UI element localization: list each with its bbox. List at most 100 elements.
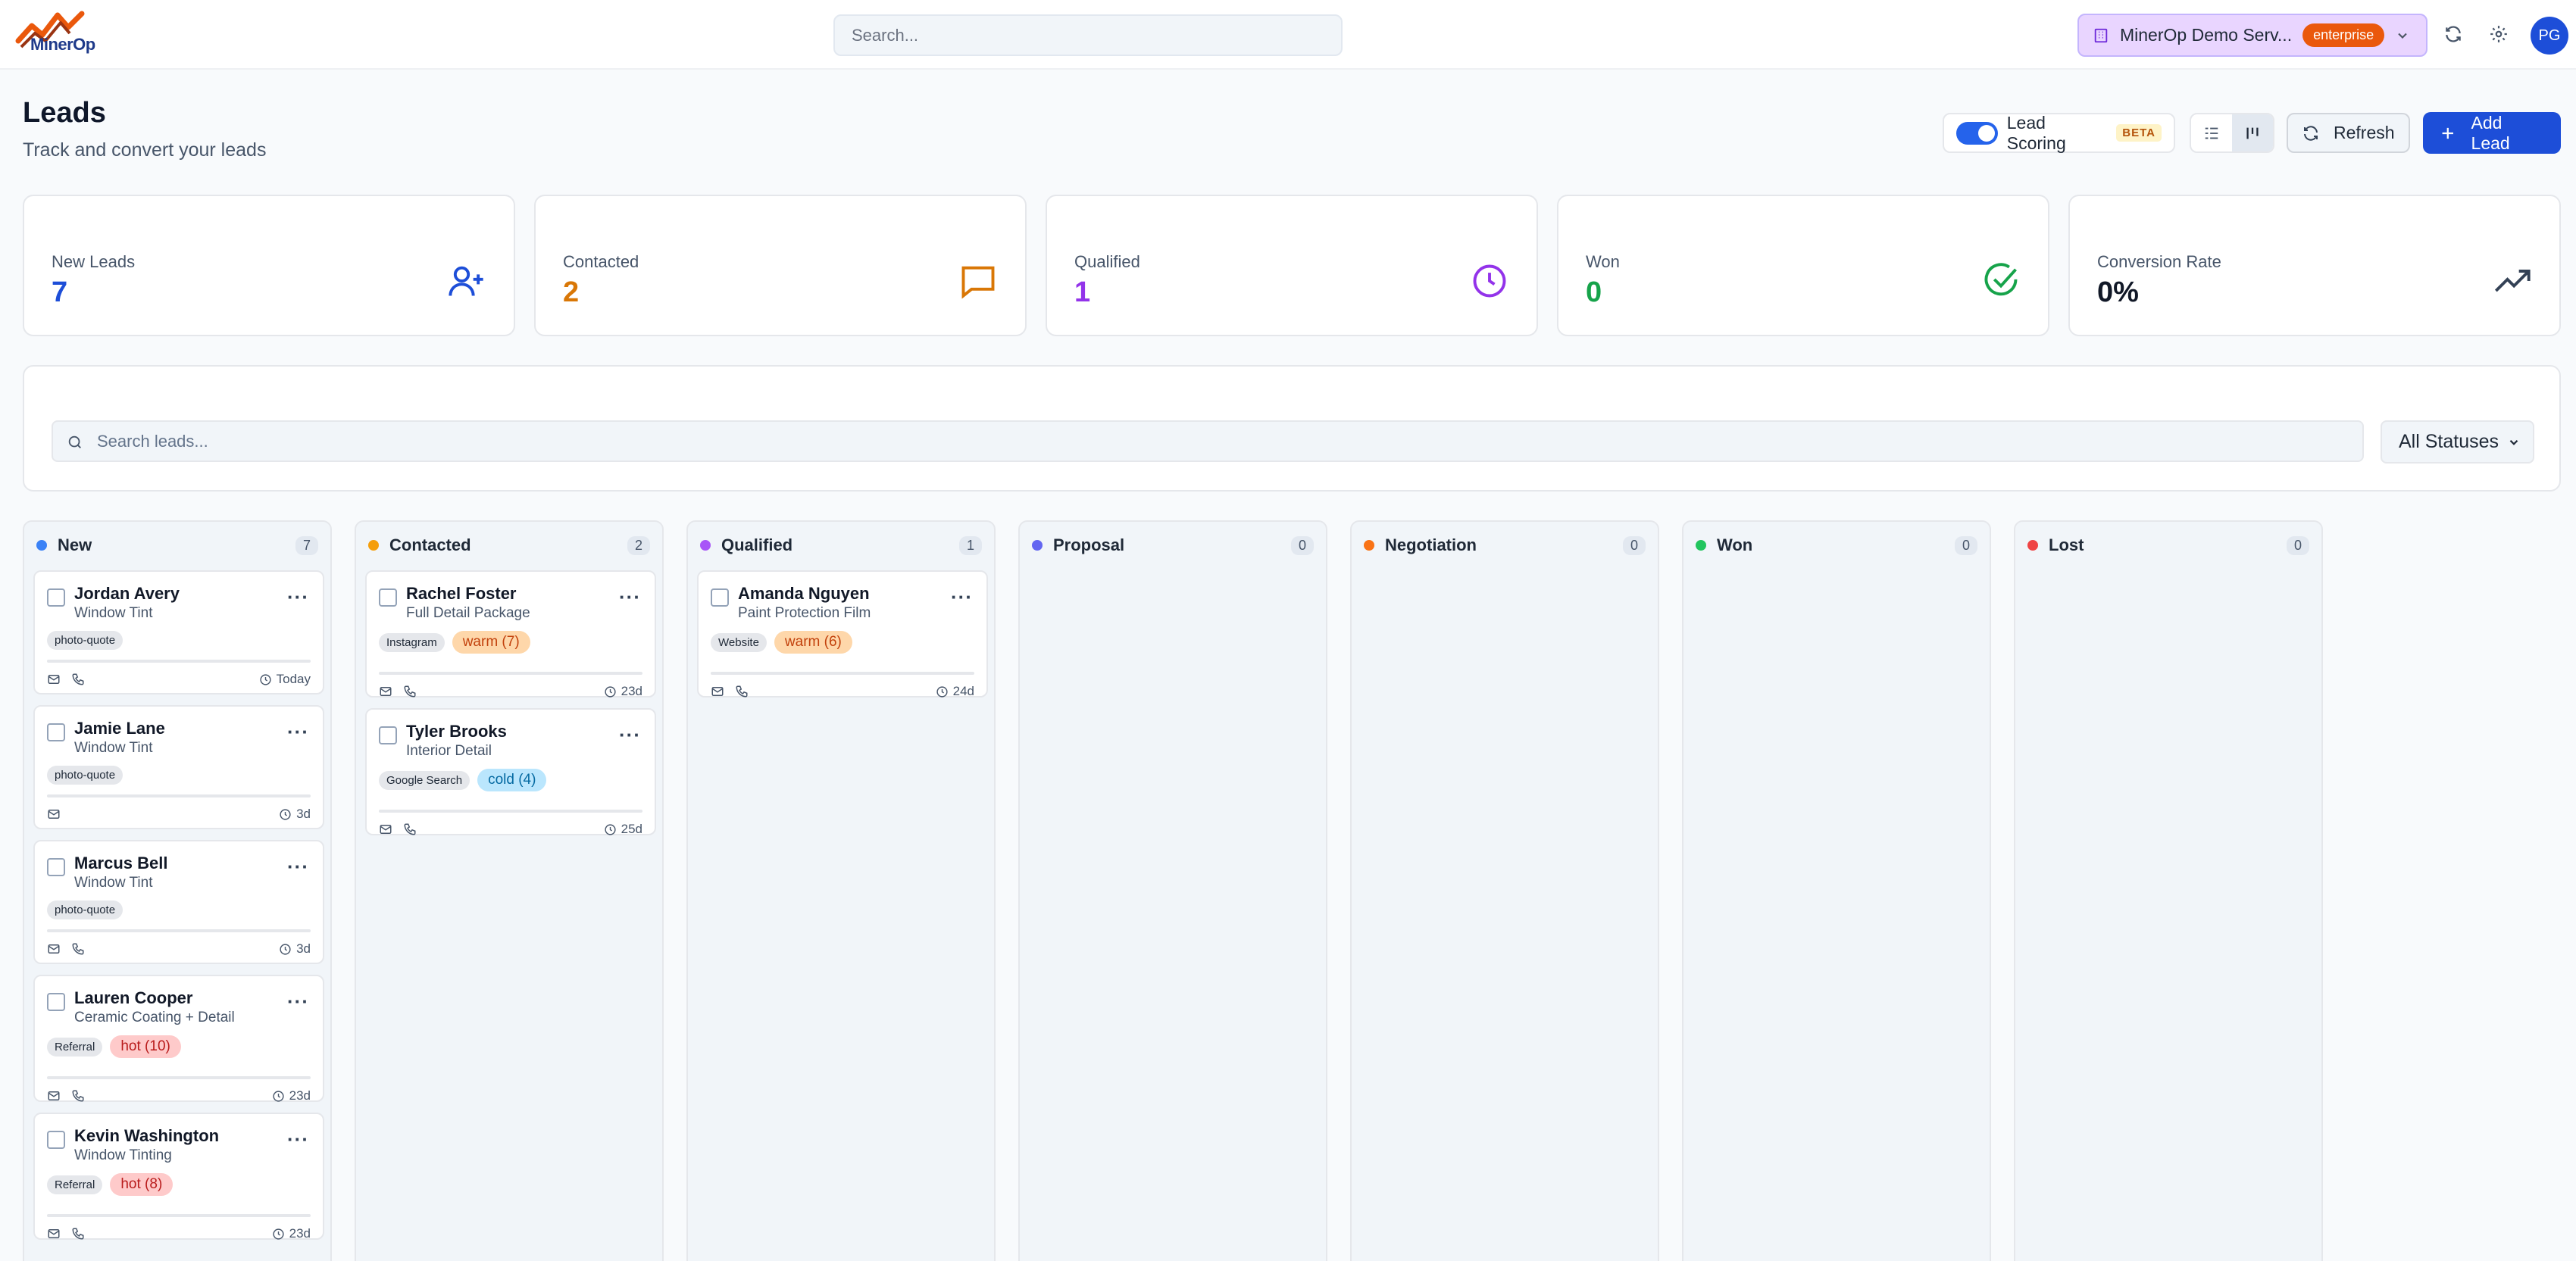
lead-select-checkbox[interactable] xyxy=(47,588,65,607)
lead-card-footer: 25d xyxy=(379,820,642,838)
more-options-button[interactable]: ··· xyxy=(287,720,309,744)
source-tag: photo-quote xyxy=(47,900,123,919)
lead-card[interactable]: Amanda Nguyen Paint Protection Film ··· Web… xyxy=(697,570,988,698)
lead-age: Today xyxy=(259,672,311,687)
lead-age: 23d xyxy=(272,1226,311,1241)
lead-age-label: 23d xyxy=(289,1088,311,1103)
phone-icon[interactable] xyxy=(403,822,417,836)
lead-card[interactable]: Rachel Foster Full Detail Package ··· Insta… xyxy=(365,570,656,698)
more-options-button[interactable]: ··· xyxy=(619,585,641,609)
kanban-view-button[interactable] xyxy=(2232,114,2273,151)
clock-icon xyxy=(273,1090,284,1102)
source-tag: Referral xyxy=(47,1175,103,1194)
lead-service: Paint Protection Film xyxy=(738,605,871,621)
column-count: 1 xyxy=(958,535,982,555)
lead-search-input[interactable] xyxy=(97,422,2355,460)
lead-progress-bar xyxy=(47,1076,311,1079)
more-options-button[interactable]: ··· xyxy=(287,855,309,879)
settings-button[interactable] xyxy=(2485,20,2512,48)
lead-age: 3d xyxy=(279,807,311,822)
lead-tags: Referral hot (8) xyxy=(47,1173,174,1196)
email-icon[interactable] xyxy=(711,685,724,698)
email-icon[interactable] xyxy=(379,685,392,698)
email-icon[interactable] xyxy=(47,673,61,686)
status-dot xyxy=(700,540,711,551)
phone-icon[interactable] xyxy=(71,942,85,956)
stat-value: 7 xyxy=(52,276,68,308)
email-icon[interactable] xyxy=(379,822,392,836)
lead-select-checkbox[interactable] xyxy=(379,726,397,744)
more-options-button[interactable]: ··· xyxy=(951,585,973,609)
lead-card[interactable]: Tyler Brooks Interior Detail ··· Google Sea… xyxy=(365,708,656,838)
sync-button[interactable] xyxy=(2440,20,2467,48)
lead-name: Marcus Bell xyxy=(74,854,168,872)
lead-age-label: 25d xyxy=(621,822,642,836)
view-mode-toggle xyxy=(2190,113,2274,153)
lead-select-checkbox[interactable] xyxy=(711,588,729,607)
phone-icon[interactable] xyxy=(71,1089,85,1103)
lead-name: Amanda Nguyen xyxy=(738,584,870,603)
column-count: 7 xyxy=(295,535,318,555)
column-title: Won xyxy=(1717,535,1753,554)
lead-card[interactable]: Jordan Avery Window Tint ··· photo-quote Tod… xyxy=(33,570,324,694)
email-icon[interactable] xyxy=(47,942,61,956)
kanban-column-won: Won 0 xyxy=(1682,520,1991,1261)
more-options-button[interactable]: ··· xyxy=(287,1128,309,1151)
column-header: Won 0 xyxy=(1696,532,1977,558)
contact-icons xyxy=(47,1227,272,1241)
stat-value: 2 xyxy=(563,276,580,308)
more-options-button[interactable]: ··· xyxy=(619,723,641,747)
global-search-input[interactable] xyxy=(833,14,1343,56)
column-header: Contacted 2 xyxy=(368,532,650,558)
lead-card-footer: 23d xyxy=(47,1087,311,1105)
lead-tags: Referral hot (10) xyxy=(47,1035,181,1058)
clock-icon xyxy=(605,685,616,698)
column-header: Negotiation 0 xyxy=(1364,532,1646,558)
more-options-button[interactable]: ··· xyxy=(287,585,309,609)
check-circle-icon xyxy=(1984,263,2018,296)
more-options-button[interactable]: ··· xyxy=(287,990,309,1013)
email-icon[interactable] xyxy=(47,1227,61,1241)
beta-badge: BETA xyxy=(2116,124,2162,142)
email-icon[interactable] xyxy=(47,1089,61,1103)
lead-age-label: 3d xyxy=(296,941,311,956)
lead-select-checkbox[interactable] xyxy=(379,588,397,607)
stat-card-won: Won 0 xyxy=(1557,195,2049,336)
lead-score-badge: warm (7) xyxy=(452,631,530,654)
lead-card[interactable]: Marcus Bell Window Tint ··· photo-quote 3d xyxy=(33,840,324,964)
phone-icon[interactable] xyxy=(735,685,749,698)
lead-service: Window Tint xyxy=(74,605,153,621)
lead-tags: Website warm (6) xyxy=(711,631,852,654)
lead-card[interactable]: Lauren Cooper Ceramic Coating + Detail ···… xyxy=(33,975,324,1105)
status-filter-select[interactable]: All Statuses xyxy=(2381,420,2534,464)
phone-icon[interactable] xyxy=(403,685,417,698)
lead-scoring-toggle[interactable] xyxy=(1956,121,1998,145)
organization-switcher[interactable]: MinerOp Demo Serv... enterprise xyxy=(2077,14,2428,57)
lead-select-checkbox[interactable] xyxy=(47,993,65,1011)
stat-label: Conversion Rate xyxy=(2097,252,2221,271)
stat-card-conversion-rate: Conversion Rate 0% xyxy=(2068,195,2561,336)
list-view-button[interactable] xyxy=(2191,114,2232,151)
lead-select-checkbox[interactable] xyxy=(47,858,65,876)
lead-card[interactable]: Jamie Lane Window Tint ··· photo-quote 3d xyxy=(33,705,324,829)
lead-scoring-label: Lead Scoring xyxy=(2006,112,2066,153)
lead-age-label: Today xyxy=(276,672,311,686)
lead-card[interactable]: Kevin Washington Window Tinting ··· Referra… xyxy=(33,1113,324,1241)
kanban-column-negotiation: Negotiation 0 xyxy=(1350,520,1659,1261)
lead-select-checkbox[interactable] xyxy=(47,723,65,741)
user-avatar[interactable]: PG xyxy=(2531,17,2568,55)
phone-icon[interactable] xyxy=(71,673,85,686)
lead-select-checkbox[interactable] xyxy=(47,1131,65,1149)
refresh-button[interactable]: Refresh xyxy=(2287,113,2410,153)
lead-service: Window Tint xyxy=(74,875,153,891)
column-header: Qualified 1 xyxy=(700,532,982,558)
lead-progress-bar xyxy=(711,672,974,675)
phone-icon[interactable] xyxy=(71,1227,85,1241)
add-lead-button[interactable]: Add Lead xyxy=(2423,112,2561,154)
logo-text: MinerOp xyxy=(30,35,95,54)
email-icon[interactable] xyxy=(47,807,61,821)
stat-value: 1 xyxy=(1074,276,1091,308)
clock-icon xyxy=(280,808,291,820)
lead-tags: Google Search cold (4) xyxy=(379,769,547,791)
stat-label: Qualified xyxy=(1074,252,1140,271)
